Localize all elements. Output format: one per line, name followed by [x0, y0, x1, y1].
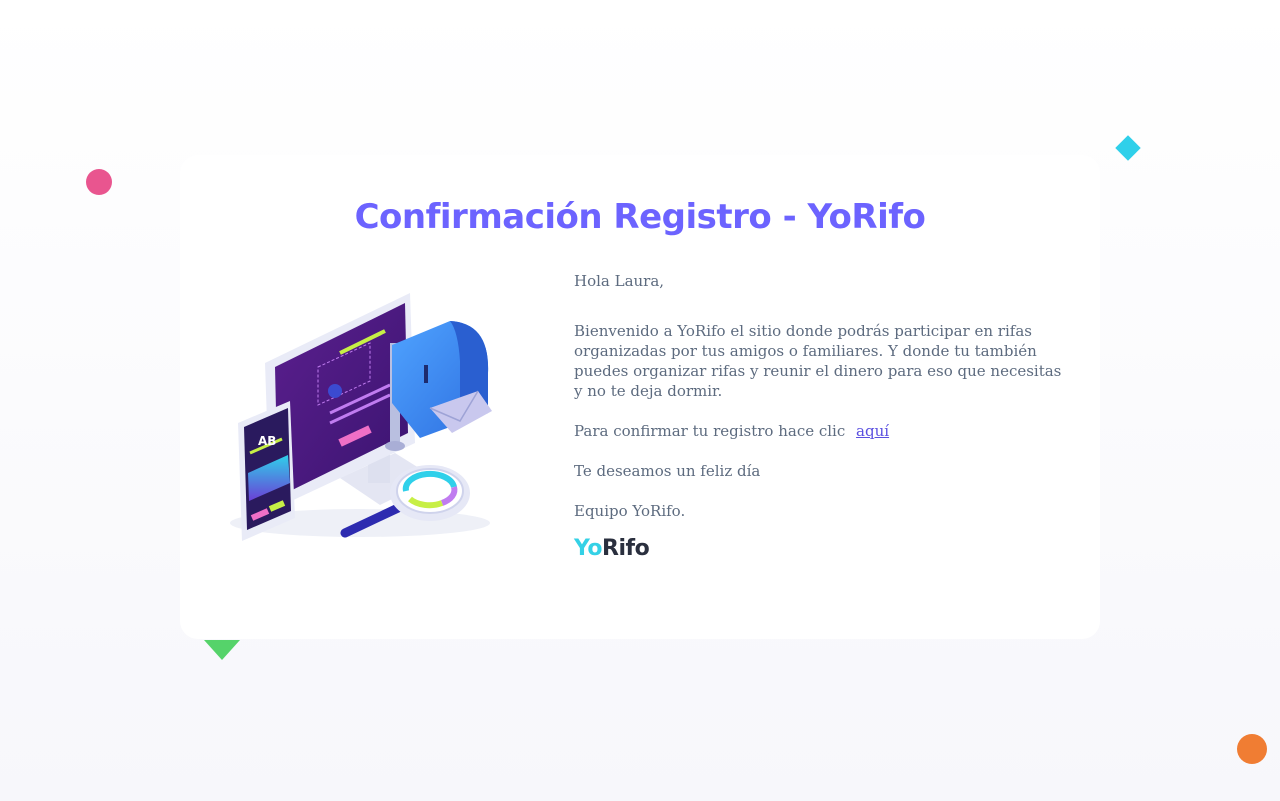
wish-text: Te deseamos un feliz día: [574, 462, 761, 480]
logo-part-dark: Rifo: [602, 536, 650, 561]
decor-cyan-diamond: [1115, 135, 1141, 161]
logo-part-accent: Yo: [574, 536, 603, 561]
decor-green-triangle: [204, 640, 240, 660]
decor-orange-dot: [1237, 734, 1267, 764]
yorifo-logo: YoRifo: [574, 536, 1064, 561]
welcome-paragraph: Bienvenido a YoRifo el sitio donde podrá…: [574, 322, 1062, 400]
phone-screen-text: AB: [258, 434, 276, 448]
email-card: Confirmación Registro - YoRifo AB Hola L…: [180, 155, 1100, 639]
decor-pink-dot: [86, 169, 112, 195]
confirm-text: Para confirmar tu registro hace clic: [574, 422, 846, 440]
signature-text: Equipo YoRifo.: [574, 502, 686, 520]
confirm-paragraph: Para confirmar tu registro hace clic aqu…: [574, 421, 1064, 441]
email-body: Hola Laura, Bienvenido a YoRifo el sitio…: [574, 271, 1064, 561]
mailbox-computer-illustration-icon: AB: [230, 293, 492, 541]
greeting-text: Hola Laura,: [574, 272, 665, 290]
email-title: Confirmación Registro - YoRifo: [354, 197, 926, 237]
confirm-link[interactable]: aquí: [856, 422, 889, 440]
